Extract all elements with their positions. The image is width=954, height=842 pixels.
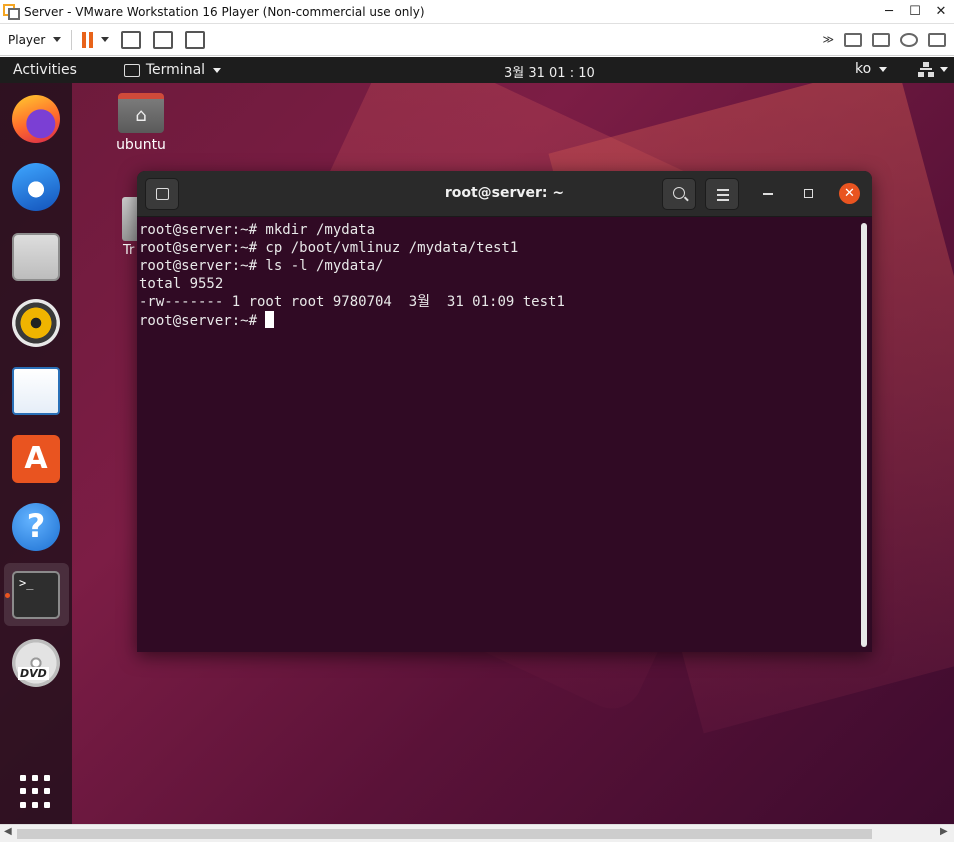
activities-button[interactable]: Activities (13, 62, 77, 78)
vmware-toolbar: Player ≫ (0, 24, 954, 56)
more-devices-button[interactable]: ≫ (822, 33, 834, 46)
terminal-header-bar[interactable]: root@server: ~ ✕ (137, 171, 872, 217)
unity-icon[interactable] (185, 30, 206, 49)
firefox-icon[interactable] (12, 95, 60, 143)
chevron-down-icon (213, 67, 222, 73)
libreoffice-writer-icon[interactable] (12, 367, 60, 415)
vmware-title-bar: Server - VMware Workstation 16 Player (N… (0, 0, 954, 24)
search-button[interactable] (662, 178, 696, 210)
close-icon[interactable]: ✕ (839, 183, 860, 204)
minimize-icon[interactable] (763, 193, 773, 195)
network-icon[interactable] (918, 62, 934, 78)
device-tray: ≫ (822, 32, 946, 47)
terminal-output[interactable]: root@server:~# mkdir /mydata root@server:… (139, 221, 857, 648)
vmware-logo-icon (3, 3, 21, 20)
rhythmbox-icon[interactable] (12, 299, 60, 347)
player-menu-button[interactable]: Player (8, 32, 62, 47)
terminal-window[interactable]: root@server: ~ ✕ root@server:~# mkdir /m… (137, 171, 872, 652)
thunderbird-icon[interactable] (12, 163, 60, 211)
terminal-line: -rw------- 1 root root 9780704 3월 31 01:… (139, 294, 565, 310)
maximize-button[interactable]: ☐ (902, 4, 928, 19)
vmware-window-title: Server - VMware Workstation 16 Player (N… (24, 4, 425, 19)
show-applications-icon[interactable] (20, 775, 54, 809)
vmware-horizontal-scrollbar[interactable]: ◀ ▶ (0, 824, 954, 842)
pause-icon[interactable] (82, 31, 94, 48)
terminal-line: total 9552 (139, 276, 224, 292)
files-icon[interactable] (12, 233, 60, 281)
app-menu-label: Terminal (145, 62, 206, 78)
terminal-line: root@server:~# cp /boot/vmlinuz /mydata/… (139, 240, 519, 256)
running-indicator (5, 593, 10, 598)
text-cursor (265, 311, 275, 328)
player-menu-label: Player (8, 32, 46, 47)
home-folder-desktop-icon[interactable]: ubuntu (110, 93, 172, 153)
terminal-dock-icon[interactable]: >_ (12, 571, 60, 619)
pause-dropdown-icon[interactable] (101, 37, 110, 42)
ubuntu-dock: A ? >_ DVD (0, 83, 72, 824)
usb-device-icon[interactable] (928, 32, 946, 47)
terminal-scrollbar[interactable] (861, 223, 867, 647)
terminal-prompt: root@server:~# (139, 313, 266, 329)
network-adapter-icon[interactable] (900, 32, 918, 47)
ubuntu-desktop: Activities Terminal 3월 31 01 : 10 ko A ?… (0, 57, 954, 824)
hard-disk-icon[interactable] (844, 32, 862, 47)
maximize-icon[interactable] (804, 189, 813, 198)
hamburger-menu-button[interactable] (705, 178, 739, 210)
scroll-right-icon[interactable]: ▶ (940, 826, 948, 837)
minimize-button[interactable]: ─ (876, 4, 902, 19)
close-window-button[interactable]: ✕ (928, 4, 954, 19)
dvd-icon[interactable]: DVD (12, 639, 60, 687)
chevron-down-icon (879, 66, 888, 72)
scrollbar-thumb[interactable] (17, 829, 872, 839)
full-screen-icon[interactable] (153, 30, 174, 49)
home-folder-label: ubuntu (116, 137, 166, 153)
ubuntu-software-icon[interactable]: A (12, 435, 60, 483)
terminal-prompt-line[interactable]: root@server:~# (139, 311, 857, 330)
chevron-down-icon (53, 37, 62, 42)
app-menu-button[interactable]: Terminal (123, 62, 222, 78)
cd-drive-icon[interactable] (872, 32, 890, 47)
toolbar-divider (71, 29, 73, 50)
terminal-icon (123, 63, 140, 77)
gnome-top-bar: Activities Terminal 3월 31 01 : 10 ko (0, 57, 954, 83)
system-menu-chevron-icon[interactable] (940, 67, 948, 72)
terminal-line: root@server:~# ls -l /mydata/ (139, 258, 384, 274)
home-folder-icon (118, 93, 164, 133)
send-ctrl-alt-del-icon[interactable] (121, 30, 142, 49)
terminal-title: root@server: ~ (444, 185, 565, 201)
clock[interactable]: 3월 31 01 : 10 (504, 62, 595, 81)
input-language-indicator[interactable]: ko (855, 61, 888, 77)
language-label: ko (855, 61, 872, 77)
trash-label: Tr (123, 243, 135, 258)
help-icon[interactable]: ? (12, 503, 60, 551)
terminal-line: root@server:~# mkdir /mydata (139, 222, 376, 238)
scroll-left-icon[interactable]: ◀ (4, 826, 12, 837)
